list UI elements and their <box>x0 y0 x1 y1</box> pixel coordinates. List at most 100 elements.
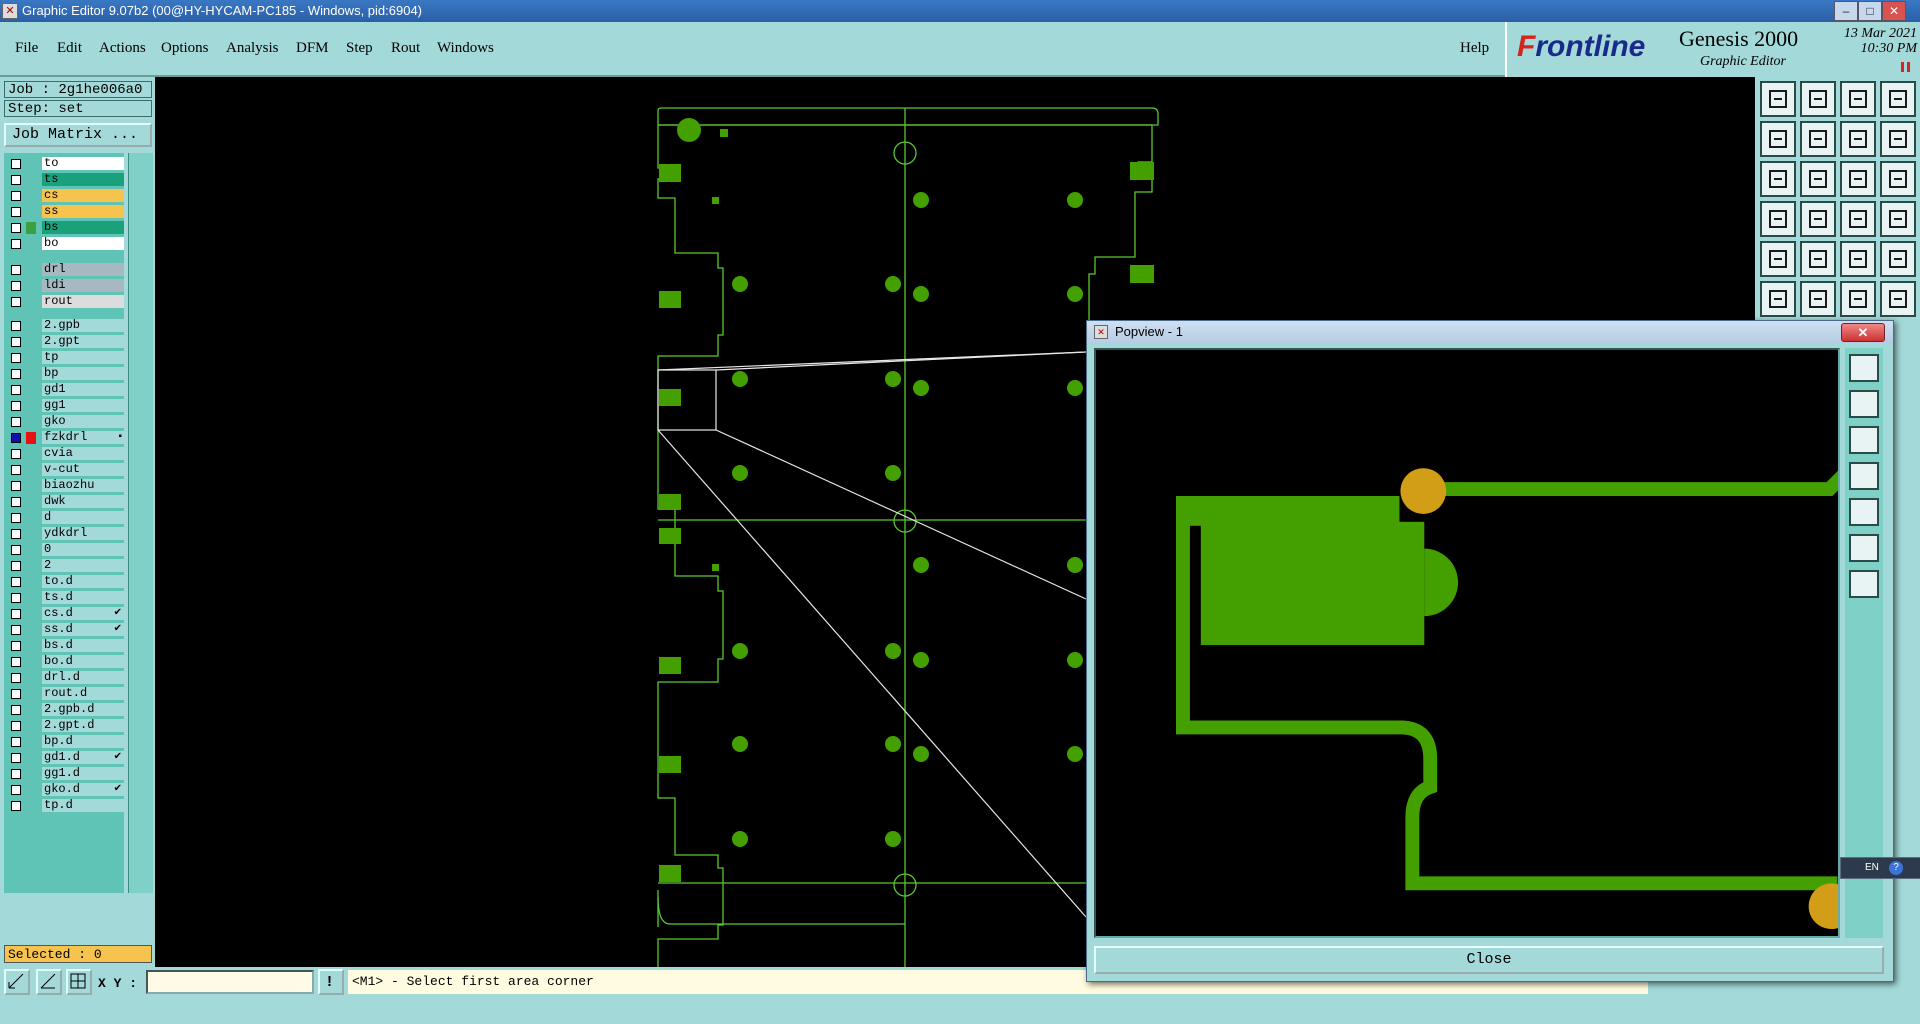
layer-row[interactable]: cs <box>6 189 124 203</box>
layer-checkbox[interactable] <box>11 191 21 201</box>
pause-icon[interactable] <box>1901 62 1911 72</box>
pad-icon[interactable] <box>1880 241 1916 277</box>
layer-checkbox[interactable] <box>11 239 21 249</box>
net-icon[interactable] <box>1880 201 1916 237</box>
layer-name[interactable]: bs.d <box>42 639 124 652</box>
popview-canvas[interactable] <box>1094 348 1840 938</box>
cross-icon[interactable] <box>1800 281 1836 317</box>
layer-checkbox[interactable] <box>11 785 21 795</box>
layer-checkbox[interactable] <box>11 673 21 683</box>
layer-checkbox[interactable] <box>11 297 21 307</box>
help-icon[interactable] <box>1880 161 1916 197</box>
layer-name[interactable]: ss.d <box>42 623 124 636</box>
layer-name[interactable]: bs <box>42 221 124 234</box>
layer-checkbox[interactable] <box>11 497 21 507</box>
layer-checkbox[interactable] <box>11 401 21 411</box>
layer-name[interactable]: ydkdrl <box>42 527 124 540</box>
import-icon[interactable] <box>1760 121 1796 157</box>
layer-checkbox[interactable] <box>11 159 21 169</box>
layer-name[interactable]: to <box>42 157 124 170</box>
layer-row[interactable]: cvia <box>6 447 124 461</box>
layer-checkbox[interactable] <box>11 417 21 427</box>
scale-icon[interactable] <box>1840 161 1876 197</box>
layer-row[interactable]: ldi <box>6 279 124 293</box>
open-icon[interactable] <box>1800 81 1836 117</box>
layer-name[interactable]: gd1 <box>42 383 124 396</box>
help-icon[interactable]: ? <box>1889 861 1903 875</box>
layer-row[interactable]: drl.d <box>6 671 124 685</box>
zoom-fit-icon[interactable] <box>1760 161 1796 197</box>
layer-checkbox[interactable] <box>11 369 21 379</box>
popview-close-button[interactable]: Close <box>1094 946 1884 974</box>
camera-icon[interactable] <box>1760 241 1796 277</box>
layer-row[interactable]: dwk <box>6 495 124 509</box>
popview-title-bar[interactable]: ✕ Popview - 1 ✕ <box>1087 321 1893 343</box>
layer-name[interactable]: d <box>42 511 124 524</box>
undo-icon[interactable] <box>1840 121 1876 157</box>
pv-out-icon[interactable] <box>1849 498 1879 526</box>
layer-row[interactable]: ydkdrl <box>6 527 124 541</box>
pv-full-icon[interactable] <box>1849 534 1879 562</box>
layer-row[interactable]: bs.d <box>6 639 124 653</box>
layer-name[interactable]: fzkdrl <box>42 431 124 444</box>
layer-checkbox[interactable] <box>11 769 21 779</box>
layer-name[interactable]: 2.gpb.d <box>42 703 124 716</box>
layer-row[interactable]: 2.gpt.d <box>6 719 124 733</box>
layer-name[interactable]: rout <box>42 295 124 308</box>
layer-row[interactable]: gko.d ✔ <box>6 783 124 797</box>
menu-windows[interactable]: Windows <box>437 40 494 57</box>
layer-name[interactable]: gd1.d <box>42 751 124 764</box>
zoom-area-icon[interactable] <box>1800 161 1836 197</box>
layer-name[interactable]: 2 <box>42 559 124 572</box>
layer-color-swatch[interactable] <box>26 222 36 234</box>
layer-name[interactable]: dwk <box>42 495 124 508</box>
pv-fit-icon[interactable] <box>1849 426 1879 454</box>
layer-checkbox[interactable] <box>11 545 21 555</box>
layer-row[interactable]: bo.d <box>6 655 124 669</box>
layer-name[interactable]: gg1 <box>42 399 124 412</box>
layer-row[interactable]: bs <box>6 221 124 235</box>
save-icon[interactable] <box>1760 81 1796 117</box>
layer-checkbox[interactable] <box>11 385 21 395</box>
layer-checkbox[interactable] <box>11 207 21 217</box>
layer-row[interactable]: fzkdrl ▪ <box>6 431 124 445</box>
pv-zoom-icon[interactable] <box>1849 354 1879 382</box>
layer-checkbox[interactable] <box>11 721 21 731</box>
layer-row[interactable]: cs.d ✔ <box>6 607 124 621</box>
layer-row[interactable]: to.d <box>6 575 124 589</box>
layer-row[interactable]: ss <box>6 205 124 219</box>
layer-row[interactable]: 0 <box>6 543 124 557</box>
layer-name[interactable]: 0 <box>42 543 124 556</box>
menu-help[interactable]: Help <box>1460 40 1489 57</box>
layer-checkbox[interactable] <box>11 689 21 699</box>
measure-icon[interactable] <box>1760 201 1796 237</box>
layer-checkbox[interactable] <box>11 175 21 185</box>
layer-row[interactable]: rout.d <box>6 687 124 701</box>
layer-checkbox[interactable] <box>11 481 21 491</box>
menu-step[interactable]: Step <box>346 40 373 57</box>
layer-row[interactable]: drl <box>6 263 124 277</box>
menu-edit[interactable]: Edit <box>57 40 82 57</box>
layer-row[interactable]: to <box>6 157 124 171</box>
layer-checkbox[interactable] <box>11 737 21 747</box>
layer-checkbox[interactable] <box>11 801 21 811</box>
ruler-icon[interactable] <box>1840 241 1876 277</box>
layer-row[interactable]: ts <box>6 173 124 187</box>
layer-name[interactable]: gko <box>42 415 124 428</box>
layer-checkbox[interactable] <box>11 593 21 603</box>
layers-icon[interactable] <box>1840 201 1876 237</box>
layer-name[interactable]: tp <box>42 351 124 364</box>
line-icon[interactable] <box>1840 281 1876 317</box>
layer-checkbox[interactable] <box>11 321 21 331</box>
layer-row[interactable]: bo <box>6 237 124 251</box>
layer-name[interactable]: bp.d <box>42 735 124 748</box>
layer-row[interactable]: ss.d ✔ <box>6 623 124 637</box>
layer-name[interactable]: cs.d <box>42 607 124 620</box>
draw-icon[interactable] <box>1800 241 1836 277</box>
layer-name[interactable]: biaozhu <box>42 479 124 492</box>
layer-row[interactable]: 2.gpb.d <box>6 703 124 717</box>
layer-checkbox[interactable] <box>11 641 21 651</box>
layer-name[interactable]: bo.d <box>42 655 124 668</box>
layer-row[interactable]: gg1 <box>6 399 124 413</box>
layer-row[interactable]: gd1 <box>6 383 124 397</box>
